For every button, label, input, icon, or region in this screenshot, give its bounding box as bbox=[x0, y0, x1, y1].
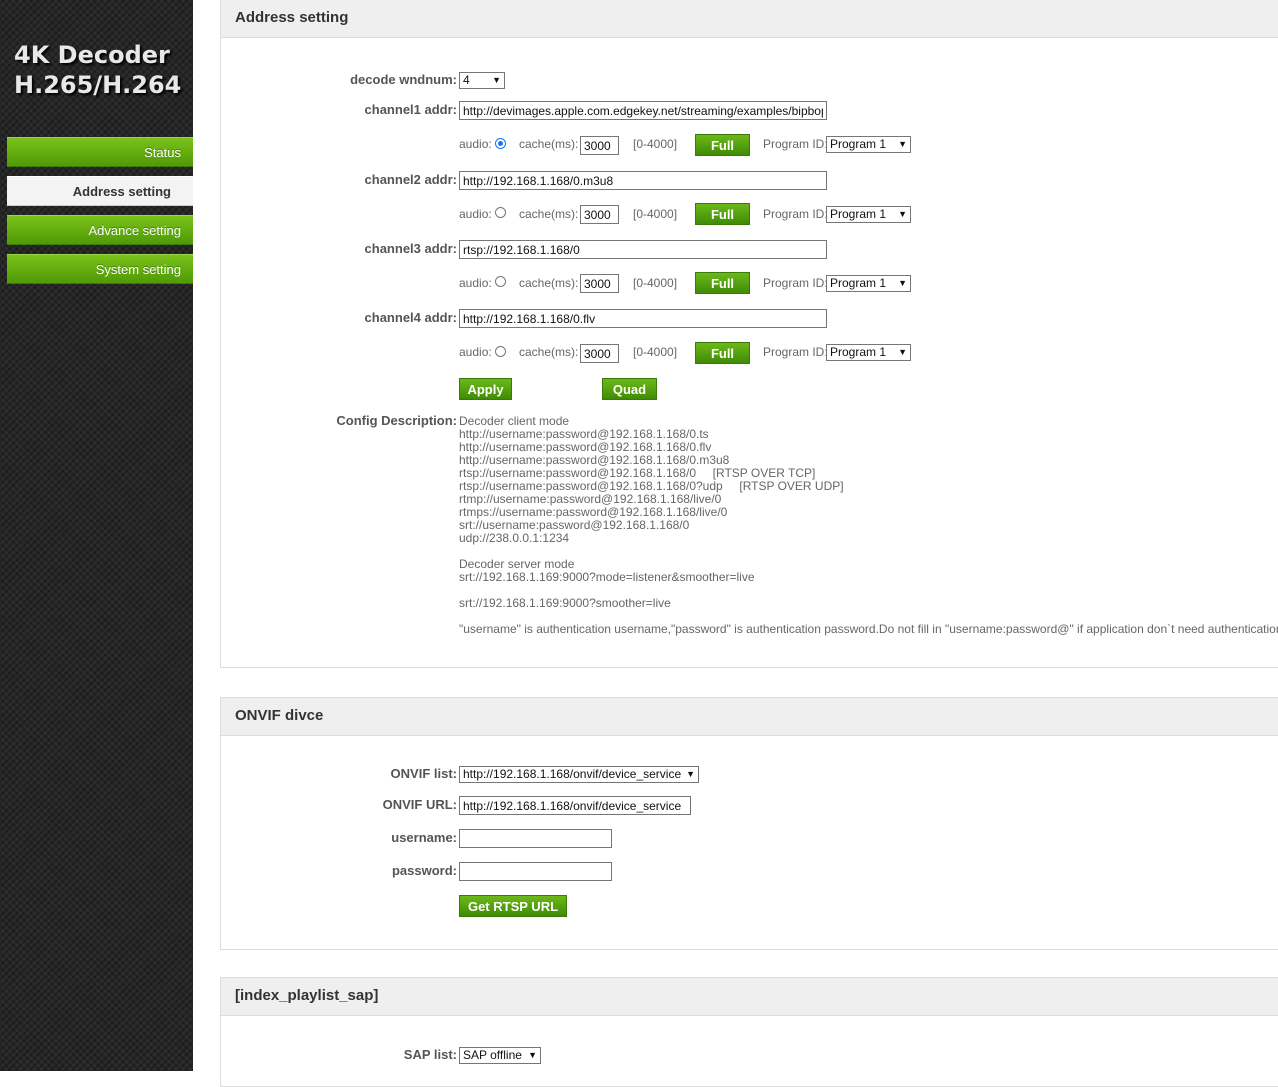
channel3-range-label: [0-4000] bbox=[633, 276, 678, 290]
channel4-full-button[interactable]: Full bbox=[695, 342, 750, 364]
brand-logo: 4K Decoder H.265/H.264 bbox=[14, 40, 181, 100]
channel4-cache-input[interactable] bbox=[580, 344, 619, 363]
nav-address-setting[interactable]: Address setting bbox=[7, 176, 193, 206]
channel2-audio-radio[interactable] bbox=[495, 207, 506, 218]
quad-button[interactable]: Quad bbox=[602, 378, 657, 400]
nav-advance-setting[interactable]: Advance setting bbox=[7, 215, 193, 245]
chevron-down-icon: ▼ bbox=[898, 209, 907, 219]
onvif-list-label: ONVIF list: bbox=[390, 766, 457, 781]
nav-system-setting[interactable]: System setting bbox=[7, 254, 193, 284]
wndnum-value: 4 bbox=[463, 73, 470, 87]
channel3-audio-radio[interactable] bbox=[495, 276, 506, 287]
password-input[interactable] bbox=[459, 862, 612, 881]
channel3-label: channel3 addr: bbox=[364, 241, 457, 256]
channel3-cache-input[interactable] bbox=[580, 274, 619, 293]
config-line: srt://username:password@192.168.1.168/0 bbox=[459, 518, 690, 532]
onvif-list-value: http://192.168.1.168/onvif/device_servic… bbox=[463, 767, 682, 781]
config-line bbox=[459, 545, 1278, 558]
config-line: udp://238.0.0.1:1234 bbox=[459, 531, 570, 545]
password-label: password: bbox=[391, 863, 457, 878]
channel2-program-value: Program 1 bbox=[830, 207, 887, 221]
config-line: srt://192.168.1.169:9000?mode=listener&s… bbox=[459, 570, 755, 584]
channel4-range-label: [0-4000] bbox=[633, 345, 678, 359]
channel2-range-label: [0-4000] bbox=[633, 207, 678, 221]
channel1-label: channel1 addr: bbox=[364, 102, 457, 117]
sap-list-select[interactable]: SAP offline ▼ bbox=[459, 1047, 541, 1064]
channel2-program-select[interactable]: Program 1 ▼ bbox=[826, 206, 911, 223]
channel2-cache-label: cache(ms): bbox=[519, 207, 579, 221]
config-line: srt://192.168.1.169:9000?smoother=live bbox=[459, 596, 671, 610]
chevron-down-icon: ▼ bbox=[686, 769, 695, 779]
address-setting-panel: Address setting decode wndnum: 4 ▼ chann… bbox=[220, 0, 1278, 668]
channel3-full-button[interactable]: Full bbox=[695, 272, 750, 294]
channel1-program-value: Program 1 bbox=[830, 137, 887, 151]
channel4-program-label: Program ID: bbox=[763, 345, 828, 359]
wndnum-label: decode wndnum: bbox=[350, 72, 457, 87]
channel2-full-button[interactable]: Full bbox=[695, 203, 750, 225]
channel3-url-input[interactable] bbox=[459, 240, 827, 259]
onvif-title: ONVIF divce bbox=[221, 698, 1278, 736]
channel4-audio-radio[interactable] bbox=[495, 346, 506, 357]
wndnum-select[interactable]: 4 ▼ bbox=[459, 72, 505, 89]
config-description: Decoder client mode http://username:passw… bbox=[459, 415, 1278, 636]
brand-line1: 4K Decoder bbox=[14, 41, 170, 69]
sap-list-value: SAP offline bbox=[463, 1048, 522, 1062]
channel1-program-label: Program ID: bbox=[763, 137, 828, 151]
channel2-url-input[interactable] bbox=[459, 171, 827, 190]
channel2-program-label: Program ID: bbox=[763, 207, 828, 221]
chevron-down-icon: ▼ bbox=[898, 347, 907, 357]
channel4-audio-label: audio: bbox=[459, 345, 492, 359]
channel1-audio-radio[interactable] bbox=[495, 138, 506, 149]
channel2-audio-label: audio: bbox=[459, 207, 492, 221]
channel4-program-value: Program 1 bbox=[830, 345, 887, 359]
channel1-range-label: [0-4000] bbox=[633, 137, 678, 151]
username-input[interactable] bbox=[459, 829, 612, 848]
apply-button[interactable]: Apply bbox=[459, 378, 512, 400]
channel3-cache-label: cache(ms): bbox=[519, 276, 579, 290]
channel3-program-value: Program 1 bbox=[830, 276, 887, 290]
channel1-cache-input[interactable] bbox=[580, 136, 619, 155]
channel4-url-input[interactable] bbox=[459, 309, 827, 328]
username-label: username: bbox=[391, 830, 457, 845]
onvif-list-select[interactable]: http://192.168.1.168/onvif/device_servic… bbox=[459, 766, 699, 783]
channel4-cache-label: cache(ms): bbox=[519, 345, 579, 359]
chevron-down-icon: ▼ bbox=[898, 139, 907, 149]
config-description-label: Config Description: bbox=[336, 413, 457, 428]
sap-list-label: SAP list: bbox=[403, 1047, 457, 1062]
sidebar: 4K Decoder H.265/H.264 Status Address se… bbox=[0, 0, 193, 1071]
get-rtsp-url-button[interactable]: Get RTSP URL bbox=[459, 895, 567, 917]
channel4-program-select[interactable]: Program 1 ▼ bbox=[826, 344, 911, 361]
sap-title: [index_playlist_sap] bbox=[221, 978, 1278, 1016]
channel2-label: channel2 addr: bbox=[364, 172, 457, 187]
channel3-audio-label: audio: bbox=[459, 276, 492, 290]
channel3-program-select[interactable]: Program 1 ▼ bbox=[826, 275, 911, 292]
onvif-url-label: ONVIF URL: bbox=[382, 797, 457, 812]
address-setting-title: Address setting bbox=[221, 0, 1278, 38]
onvif-url-input[interactable] bbox=[459, 796, 691, 815]
brand-line2: H.265/H.264 bbox=[14, 71, 182, 99]
channel2-cache-input[interactable] bbox=[580, 205, 619, 224]
channel1-program-select[interactable]: Program 1 ▼ bbox=[826, 136, 911, 153]
nav-status[interactable]: Status bbox=[7, 137, 193, 167]
chevron-down-icon: ▼ bbox=[528, 1050, 537, 1060]
onvif-panel: ONVIF divce ONVIF list: http://192.168.1… bbox=[220, 697, 1278, 950]
channel1-url-input[interactable] bbox=[459, 101, 827, 120]
channel1-full-button[interactable]: Full bbox=[695, 134, 750, 156]
config-line: "username" is authentication username,"p… bbox=[459, 622, 1278, 636]
channel1-cache-label: cache(ms): bbox=[519, 137, 579, 151]
channel4-label: channel4 addr: bbox=[364, 310, 457, 325]
channel3-program-label: Program ID: bbox=[763, 276, 828, 290]
channel1-audio-label: audio: bbox=[459, 137, 492, 151]
chevron-down-icon: ▼ bbox=[492, 75, 501, 85]
chevron-down-icon: ▼ bbox=[898, 278, 907, 288]
